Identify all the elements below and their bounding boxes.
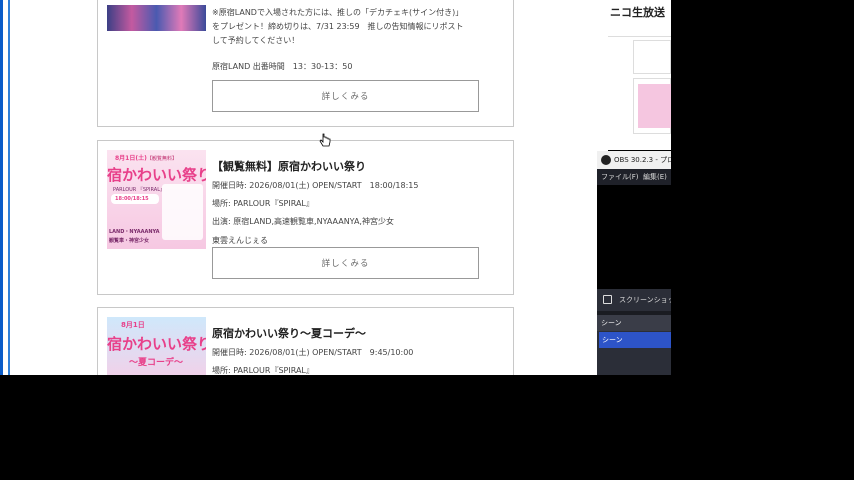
monitor-icon (603, 295, 612, 304)
details-button-1[interactable]: 詳しくみる (212, 80, 479, 112)
details-button-2[interactable]: 詳しくみる (212, 247, 479, 279)
obs-preview (597, 185, 671, 289)
event-thumbnail-2[interactable]: 8月1日(土) 【観覧無料】 宿かわいい祭り PARLOUR 『SPIRAL』 … (107, 150, 206, 249)
event-card-2: 8月1日(土) 【観覧無料】 宿かわいい祭り PARLOUR 『SPIRAL』 … (97, 140, 514, 295)
event-notice-line-2: をプレゼント！締め切りは、7/31 23:59 推しの告知情報にリポスト (212, 22, 464, 31)
event-title-2[interactable]: 【観覧無料】原宿かわいい祭り (212, 158, 366, 174)
event-appearance-time: 原宿LAND 出番時間 13：30-13：50 (212, 62, 353, 71)
obs-titlebar[interactable]: OBS 30.2.3 - プロフ (597, 151, 671, 169)
event-notice-line-1: ※原宿LANDで入場された方には、推しの「デカチェキ(サイン付き)」 (212, 8, 464, 17)
nico-title: ニコ生放送 (610, 6, 665, 19)
event-notice-line-3: して予約してください！ (212, 36, 300, 45)
nico-panel (633, 40, 671, 74)
obs-window-title: OBS 30.2.3 - プロフ (614, 156, 671, 164)
obs-scene-item[interactable]: シーン (599, 332, 671, 348)
event-performers-extra-2: 東雲えんじぇる (212, 236, 268, 245)
hand-cursor-icon (319, 133, 331, 147)
event-performers-2: 出演: 原宿LAND,高速観覧車,NYAAANYA,神宮少女 (212, 217, 394, 226)
event-thumbnail-3[interactable]: 8月1日 宿かわいい祭り ～夏コーデ～ (107, 317, 206, 375)
obs-menubar: ファイル(F) 編集(E) (597, 169, 671, 185)
browser-viewport[interactable]: ※原宿LANDで入場された方には、推しの「デカチェキ(サイン付き)」 をプレゼン… (0, 0, 608, 375)
event-venue-3: 場所: PARLOUR『SPIRAL』 (212, 366, 314, 375)
obs-scenes-header: シーン (597, 315, 671, 331)
obs-logo-icon (601, 155, 611, 165)
nico-thumbnail[interactable] (638, 84, 671, 128)
event-title-3[interactable]: 原宿かわいい祭り～夏コーデ～ (212, 325, 366, 341)
event-card-1: ※原宿LANDで入場された方には、推しの「デカチェキ(サイン付き)」 をプレゼン… (97, 0, 514, 127)
desktop-screen: ※原宿LANDで入場された方には、推しの「デカチェキ(サイン付き)」 をプレゼン… (0, 0, 854, 480)
menu-edit[interactable]: 編集(E) (643, 172, 667, 182)
niconico-window[interactable]: ニコ生放送 (608, 0, 671, 150)
event-venue-2: 場所: PARLOUR『SPIRAL』 (212, 199, 314, 208)
menu-file[interactable]: ファイル(F) (601, 172, 639, 182)
window-left-edge (0, 0, 10, 375)
event-thumbnail-1[interactable] (107, 5, 206, 31)
event-datetime-3: 開催日時: 2026/08/01(土) OPEN/START 9:45/10:0… (212, 348, 414, 357)
obs-source-screenshot[interactable]: スクリーンショット (597, 289, 671, 311)
event-card-3: 8月1日 宿かわいい祭り ～夏コーデ～ 原宿かわいい祭り～夏コーデ～ 開催日時:… (97, 307, 514, 375)
obs-window[interactable]: OBS 30.2.3 - プロフ ファイル(F) 編集(E) スクリーンショット… (597, 151, 671, 375)
event-datetime-2: 開催日時: 2026/08/01(土) OPEN/START 18:00/18:… (212, 181, 419, 190)
